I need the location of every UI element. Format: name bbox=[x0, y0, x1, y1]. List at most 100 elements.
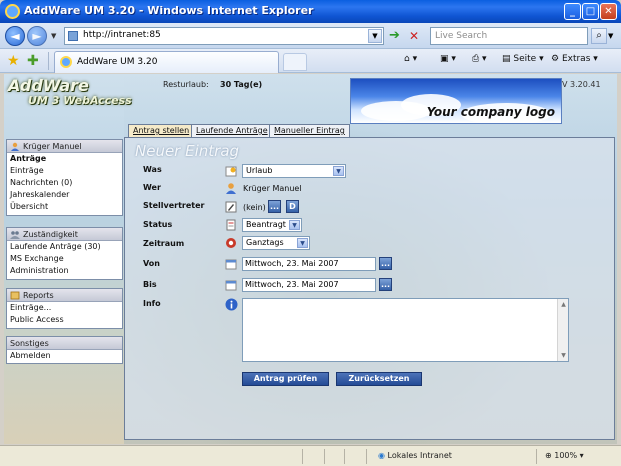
info-scrollbar[interactable]: ▲ ▼ bbox=[557, 299, 568, 361]
substitute-icon bbox=[225, 201, 237, 213]
zoom-value: 100% bbox=[554, 451, 578, 460]
was-value: Urlaub bbox=[246, 166, 273, 175]
forward-button[interactable]: ► bbox=[27, 26, 47, 46]
label-zeitraum: Zeitraum bbox=[143, 239, 185, 248]
sidebar-user-title: Krüger Manuel bbox=[23, 142, 82, 151]
tools-menu-label: Extras bbox=[561, 54, 591, 64]
url-input[interactable]: http://intranet:85 ▼ bbox=[64, 27, 384, 45]
info-icon bbox=[225, 298, 238, 311]
sidebar-item-uebersicht[interactable]: Übersicht bbox=[7, 201, 122, 213]
sidebar-other-header: Sonstiges bbox=[7, 337, 122, 350]
history-dropdown-icon[interactable]: ▼ bbox=[51, 32, 56, 40]
maximize-button[interactable]: □ bbox=[582, 3, 599, 20]
sidebar-other-box: Sonstiges Abmelden bbox=[6, 336, 123, 364]
page-menu[interactable]: ▤ Seite ▾ bbox=[502, 54, 544, 64]
back-button[interactable]: ◄ bbox=[5, 26, 25, 46]
info-textarea[interactable]: ▲ ▼ bbox=[242, 298, 569, 362]
sidebar-item-public-access[interactable]: Public Access bbox=[7, 314, 122, 326]
resturlaub-label: Resturlaub: bbox=[163, 80, 209, 89]
separator bbox=[324, 449, 325, 464]
user-icon bbox=[11, 142, 19, 151]
page-icon bbox=[68, 31, 78, 41]
status-select[interactable]: Beantragt ▼ bbox=[242, 218, 302, 232]
refresh-icon[interactable]: ➔ bbox=[389, 29, 405, 43]
calendar-icon bbox=[225, 259, 237, 270]
zoom-icon: ⊕ bbox=[545, 451, 555, 460]
close-button[interactable]: ✕ bbox=[600, 3, 617, 20]
zone-indicator: ◉ Lokales Intranet bbox=[378, 451, 452, 460]
new-tab-button[interactable] bbox=[283, 53, 307, 71]
browser-tab[interactable]: AddWare UM 3.20 bbox=[54, 51, 279, 73]
delete-substitute-button[interactable]: D bbox=[286, 200, 299, 213]
page-icon-small: ▤ bbox=[502, 54, 514, 64]
scroll-up-icon[interactable]: ▲ bbox=[559, 300, 568, 309]
print-icon[interactable]: ⎙ ▾ bbox=[472, 54, 487, 64]
label-stellvertreter: Stellvertreter bbox=[143, 201, 205, 210]
chevron-down-icon: ▼ bbox=[333, 166, 344, 176]
group-icon bbox=[10, 231, 20, 239]
separator bbox=[344, 449, 345, 464]
tools-menu[interactable]: ⚙ Extras ▾ bbox=[551, 54, 598, 64]
bis-date-picker-button[interactable]: ... bbox=[379, 278, 392, 291]
label-info: Info bbox=[143, 299, 161, 308]
status-icon bbox=[226, 219, 236, 231]
sidebar-item-eintraege[interactable]: Einträge bbox=[7, 165, 122, 177]
feeds-icon[interactable]: ▣ ▾ bbox=[440, 54, 456, 64]
search-input[interactable]: Live Search bbox=[430, 27, 588, 45]
tab-manueller-eintrag[interactable]: Manueller Eintrag bbox=[269, 124, 350, 137]
select-substitute-button[interactable]: ... bbox=[268, 200, 281, 213]
separator bbox=[48, 52, 49, 70]
von-date-input[interactable]: Mittwoch, 23. Mai 2007 bbox=[242, 257, 376, 271]
zeitraum-value: Ganztags bbox=[246, 238, 284, 247]
reset-button[interactable]: Zurücksetzen bbox=[336, 372, 422, 386]
window-title: AddWare UM 3.20 - Windows Internet Explo… bbox=[24, 4, 314, 17]
home-icon[interactable]: ⌂ ▾ bbox=[404, 54, 417, 64]
zeitraum-select[interactable]: Ganztags ▼ bbox=[242, 236, 310, 250]
favorites-star-icon[interactable]: ★ bbox=[7, 53, 20, 69]
label-wer: Wer bbox=[143, 183, 161, 192]
zoom-control[interactable]: ⊕ 100% ▾ bbox=[545, 451, 584, 460]
chevron-down-icon: ▼ bbox=[297, 238, 308, 248]
sidebar-other-title: Sonstiges bbox=[10, 339, 49, 348]
sidebar-reports-title: Reports bbox=[23, 291, 54, 300]
status-value: Beantragt bbox=[246, 220, 286, 229]
period-icon bbox=[226, 238, 236, 248]
sidebar-item-nachrichten[interactable]: Nachrichten (0) bbox=[7, 177, 122, 189]
sidebar-item-abmelden[interactable]: Abmelden bbox=[7, 350, 122, 362]
von-date-picker-button[interactable]: ... bbox=[379, 257, 392, 270]
stop-icon[interactable]: ✕ bbox=[409, 29, 423, 43]
scroll-down-icon[interactable]: ▼ bbox=[559, 351, 568, 360]
zone-label: Lokales Intranet bbox=[387, 451, 452, 460]
resturlaub-value: 30 Tag(e) bbox=[220, 80, 263, 89]
url-text: http://intranet:85 bbox=[83, 30, 161, 40]
was-select[interactable]: Urlaub ▼ bbox=[242, 164, 346, 178]
search-dropdown-icon[interactable]: ▼ bbox=[608, 32, 613, 40]
address-bar: ◄ ► ▼ http://intranet:85 ▼ ➔ ✕ Live Sear… bbox=[0, 23, 621, 49]
panel-title: Neuer Eintrag bbox=[135, 142, 240, 160]
sidebar-item-antraege[interactable]: Anträge bbox=[7, 153, 122, 165]
minimize-button[interactable]: _ bbox=[564, 3, 581, 20]
calendar-icon bbox=[225, 280, 237, 291]
sidebar-item-jahreskalender[interactable]: Jahreskalender bbox=[7, 189, 122, 201]
sidebar-reports-box: Reports Einträge... Public Access bbox=[6, 288, 123, 329]
add-favorite-icon[interactable]: ✚ bbox=[27, 53, 39, 69]
sidebar-item-ms-exchange[interactable]: MS Exchange bbox=[7, 253, 122, 265]
submit-button[interactable]: Antrag prüfen bbox=[242, 372, 329, 386]
search-icon[interactable]: ⌕ bbox=[591, 28, 607, 44]
new-entry-panel: Neuer Eintrag Was Urlaub ▼ Wer Krüger Ma… bbox=[124, 137, 615, 440]
sidebar-item-administration[interactable]: Administration bbox=[7, 265, 122, 277]
sidebar-reports-header: Reports bbox=[7, 289, 122, 302]
sidebar-item-eintraege-report[interactable]: Einträge... bbox=[7, 302, 122, 314]
gear-icon: ⚙ bbox=[551, 54, 562, 64]
search-placeholder: Live Search bbox=[435, 31, 488, 41]
bis-date-input[interactable]: Mittwoch, 23. Mai 2007 bbox=[242, 278, 376, 292]
company-logo-text: Your company logo bbox=[426, 105, 555, 119]
sidebar-responsibility-box: Zuständigkeit Laufende Anträge (30) MS E… bbox=[6, 227, 123, 280]
label-was: Was bbox=[143, 165, 162, 174]
tab-label: AddWare UM 3.20 bbox=[77, 57, 158, 67]
tab-laufende-antraege[interactable]: Laufende Anträge bbox=[191, 124, 273, 137]
url-dropdown-icon[interactable]: ▼ bbox=[368, 29, 382, 43]
tab-antrag-stellen[interactable]: Antrag stellen bbox=[128, 124, 195, 137]
chevron-down-icon: ▼ bbox=[289, 220, 300, 230]
sidebar-item-laufende-antraege[interactable]: Laufende Anträge (30) bbox=[7, 241, 122, 253]
